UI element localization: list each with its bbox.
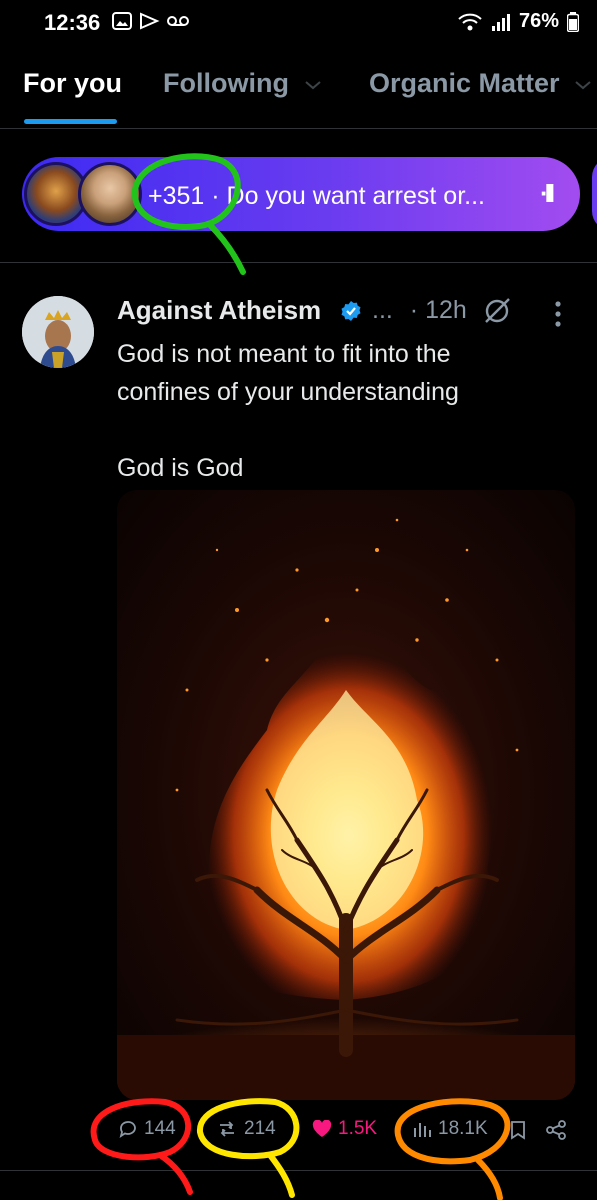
author-handle-truncated: ...: [372, 296, 393, 324]
space-pill-text: +351 · Do you want arrest or...: [148, 182, 485, 211]
author-avatar[interactable]: [22, 296, 94, 368]
feed-divider: [0, 262, 597, 263]
space-separator: ·: [211, 182, 220, 210]
tab-organic-matter-label: Organic Matter: [369, 68, 560, 98]
more-options-icon[interactable]: [550, 300, 566, 328]
chevron-down-icon: [304, 81, 321, 90]
orange-annotation-circle: [394, 1098, 511, 1200]
tab-following[interactable]: Following: [163, 68, 323, 99]
post-text-line-3: God is God: [117, 454, 244, 482]
post-meta: ... · 12h: [372, 296, 467, 325]
status-left-icons: [112, 12, 190, 30]
tab-for-you[interactable]: For you: [23, 68, 122, 99]
yellow-annotation-circle: [197, 1098, 300, 1198]
status-time: 12:36: [44, 10, 101, 35]
share-icon[interactable]: [545, 1120, 567, 1140]
battery-icon: [567, 11, 579, 32]
chevron-down-icon: [575, 81, 591, 90]
verified-badge-icon: [341, 301, 361, 321]
signal-icon: [491, 13, 510, 31]
bookmark-icon[interactable]: [510, 1120, 526, 1140]
repost-button[interactable]: 214: [216, 1118, 276, 1140]
battery-percent: 76%: [518, 10, 559, 32]
gallery-icon: [112, 12, 132, 30]
views-icon: [414, 1123, 431, 1137]
post-time: · 12h: [409, 296, 467, 324]
listener-count: +351: [148, 182, 205, 210]
repost-count: 214: [244, 1118, 276, 1139]
post-image[interactable]: [117, 490, 575, 1100]
heart-icon: [312, 1120, 332, 1137]
views-count: 18.1K: [438, 1118, 488, 1139]
tab-following-label: Following: [163, 68, 289, 98]
burning-tree-image: [117, 490, 575, 1100]
post-text: God is not meant to fit into the confine…: [117, 335, 577, 487]
space-pause-button[interactable]: ·II: [540, 178, 555, 209]
reply-count: 144: [144, 1118, 176, 1139]
tab-organic-matter[interactable]: Organic Matter: [369, 68, 593, 99]
voicemail-icon: [167, 16, 189, 26]
speaker-avatar-woman: [78, 162, 142, 226]
repost-icon: [220, 1121, 234, 1137]
post-bottom-divider: [0, 1170, 597, 1171]
reply-icon: [119, 1121, 136, 1139]
next-space-pill-peek[interactable]: [592, 157, 597, 231]
post-text-line-2: confines of your understanding: [117, 378, 459, 406]
grok-icon[interactable]: [482, 296, 512, 326]
play-icon: [140, 12, 160, 30]
tabs-divider: [0, 128, 597, 129]
status-right: 76%: [457, 10, 579, 33]
post-text-line-1: God is not meant to fit into the: [117, 340, 451, 368]
reply-button[interactable]: 144: [118, 1118, 176, 1140]
space-title: Do you want arrest or...: [226, 182, 485, 210]
wifi-icon: [458, 13, 482, 30]
tab-active-indicator: [24, 119, 117, 124]
like-button[interactable]: 1.5K: [312, 1118, 377, 1140]
views-button[interactable]: 18.1K: [412, 1118, 488, 1140]
red-annotation-circle: [90, 1098, 193, 1195]
like-count: 1.5K: [338, 1118, 378, 1139]
author-name[interactable]: Against Atheism: [117, 295, 321, 326]
author-avatar-image: [22, 296, 94, 368]
